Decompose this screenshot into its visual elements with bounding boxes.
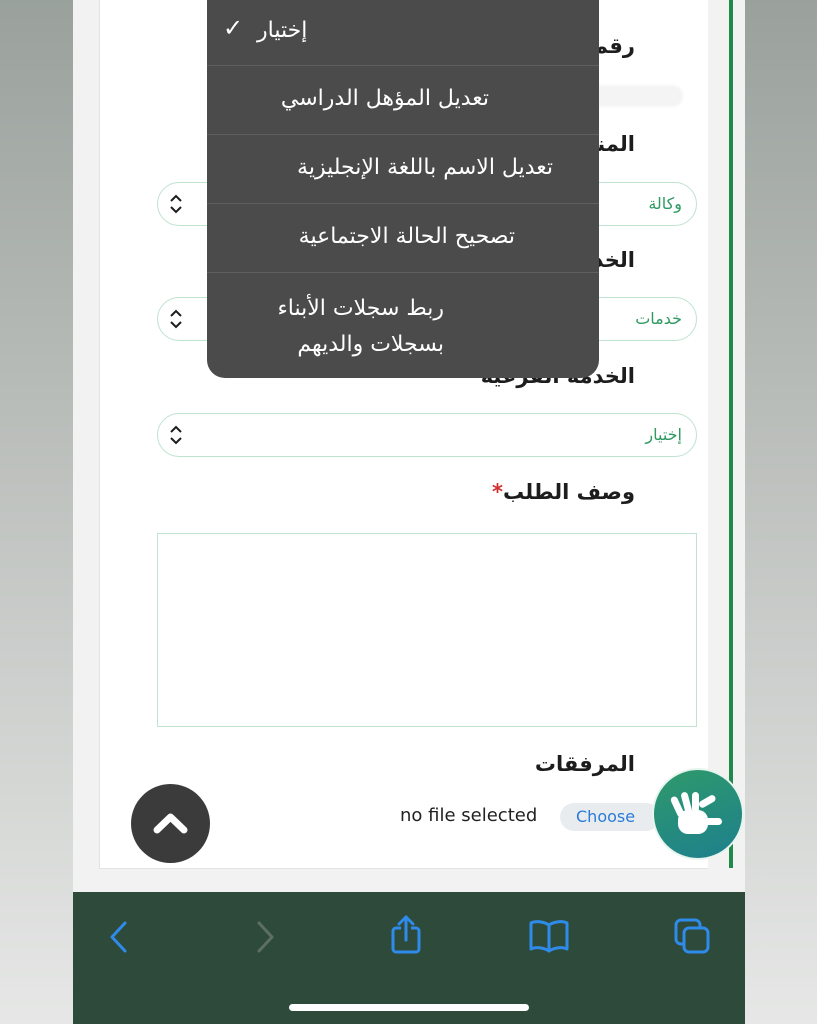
checkmark-icon: ✓ [223, 14, 244, 42]
description-label: وصف الطلب* [492, 480, 635, 504]
agency-select-value: وكالة [648, 194, 682, 213]
sign-language-button[interactable] [652, 768, 744, 860]
dropdown-item-marital-status[interactable]: تصحيح الحالة الاجتماعية [207, 204, 599, 273]
description-textarea[interactable] [157, 533, 697, 727]
home-indicator[interactable] [289, 1004, 529, 1011]
dropdown-item-label: تعديل المؤهل الدراسي [280, 86, 489, 111]
back-icon[interactable] [107, 920, 131, 954]
scroll-to-top-button[interactable] [131, 784, 210, 863]
dropdown-item-english-name[interactable]: تعديل الاسم باللغة الإنجليزية [207, 135, 599, 204]
choose-file-button[interactable]: Choose [560, 803, 660, 831]
bookmarks-icon[interactable] [528, 918, 570, 954]
dropdown-item-label: ربط سجلات الأبناء بسجلات والديهم [277, 296, 444, 357]
tabs-icon[interactable] [673, 917, 711, 955]
subservice-select[interactable]: إختيار [157, 413, 697, 457]
required-mark: * [492, 480, 503, 504]
dropdown-item-education[interactable]: تعديل المؤهل الدراسي [207, 66, 599, 135]
forward-icon[interactable] [253, 920, 277, 954]
subservice-dropdown-menu: ✓ إختيار تعديل المؤهل الدراسي تعديل الاس… [207, 0, 599, 378]
share-icon[interactable] [389, 914, 423, 956]
dropdown-item-link-children[interactable]: ربط سجلات الأبناء بسجلات والديهم [207, 273, 599, 378]
subservice-select-value: إختيار [645, 425, 682, 444]
service-select-value: خدمات [635, 309, 682, 328]
chevron-updown-icon [170, 425, 182, 445]
form-accent-border [729, 0, 733, 868]
description-label-text: وصف الطلب [502, 480, 635, 504]
dropdown-item-select[interactable]: ✓ إختيار [207, 0, 599, 66]
dropdown-item-label: إختيار [257, 18, 308, 43]
dropdown-item-label: تصحيح الحالة الاجتماعية [298, 224, 515, 249]
chevron-updown-icon [170, 194, 182, 214]
attachments-label: المرفقات [534, 752, 635, 776]
chevron-updown-icon [170, 309, 182, 329]
sign-language-icon [670, 792, 722, 834]
phone-screen: رقم الج المنطقة وكالة الخدمة خدمات الخدم… [73, 0, 745, 1024]
chevron-up-icon [153, 813, 188, 834]
no-file-text: no file selected [400, 805, 538, 826]
dropdown-item-label: تعديل الاسم باللغة الإنجليزية [297, 155, 553, 180]
